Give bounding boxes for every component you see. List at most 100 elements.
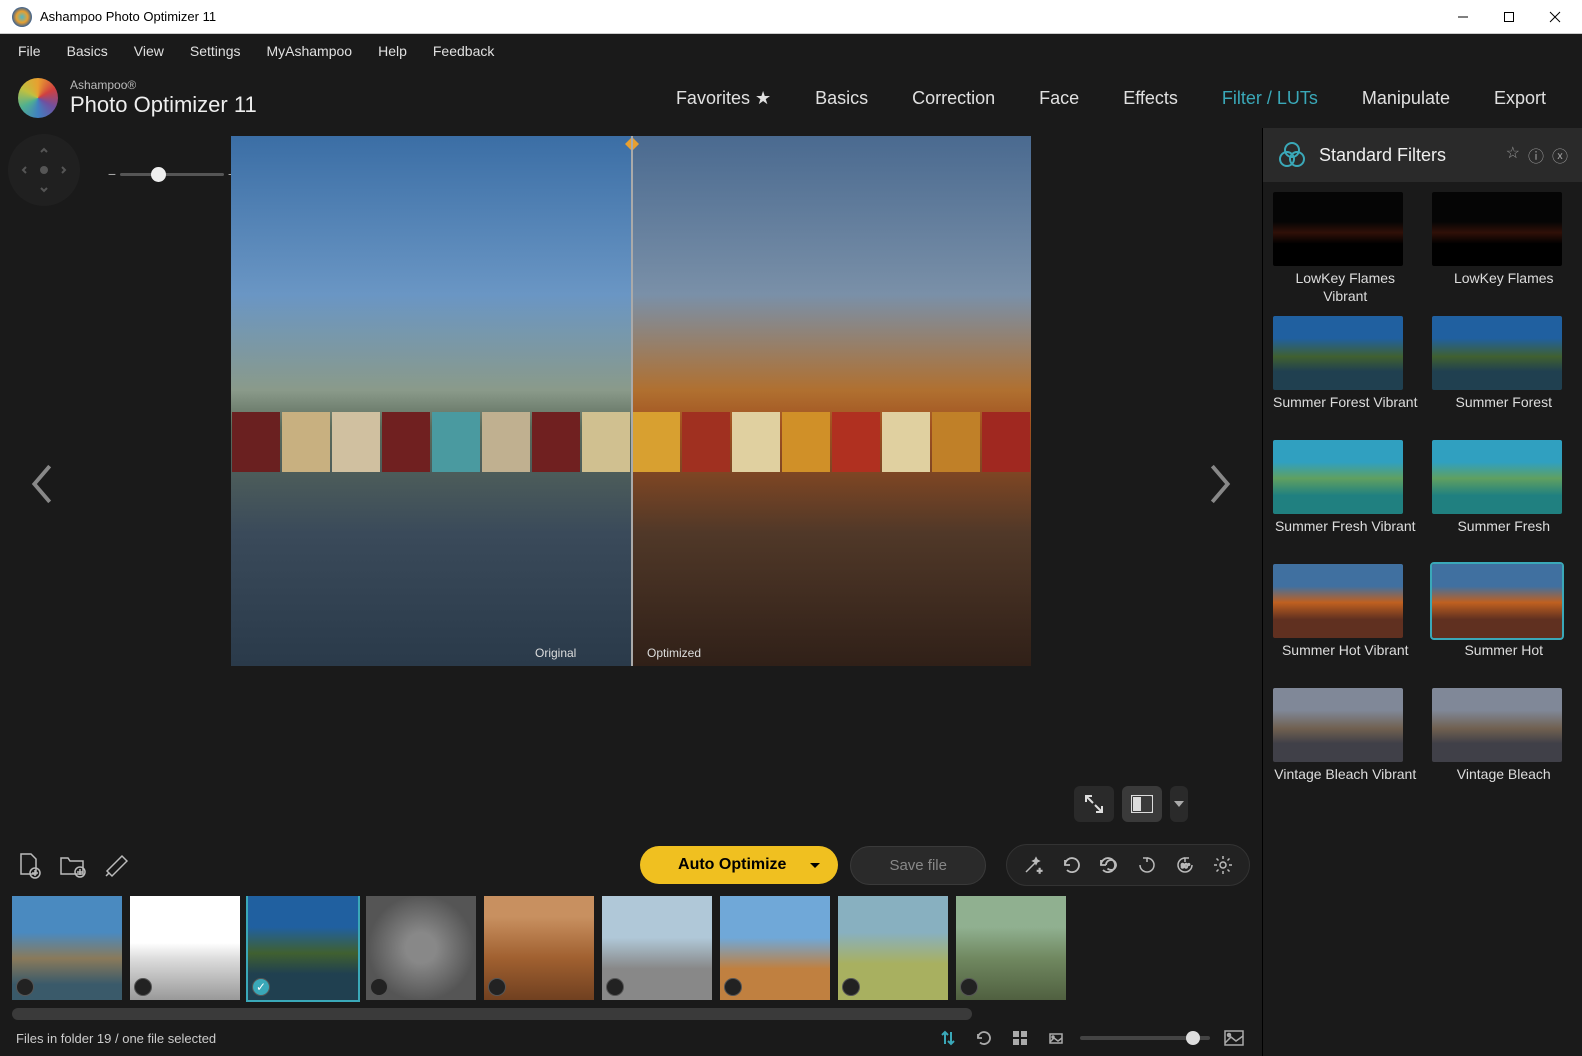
thumbnail-check-icon[interactable] — [606, 978, 624, 996]
thumbnail-mailboxes[interactable] — [602, 896, 712, 1000]
tag-button[interactable] — [100, 849, 132, 881]
next-image-button[interactable] — [1190, 461, 1250, 507]
window-title: Ashampoo Photo Optimizer 11 — [40, 9, 1440, 24]
brand-supertitle: Ashampoo® — [70, 79, 257, 92]
filter-label: Summer Hot — [1432, 642, 1577, 678]
menu-view[interactable]: View — [122, 37, 176, 65]
filter-vintage-bleach[interactable]: Vintage Bleach — [1432, 688, 1577, 802]
menu-myashampoo[interactable]: MyAshampoo — [254, 37, 364, 65]
filter-label: LowKey Flames — [1432, 270, 1577, 306]
filter-summer-forest-vibrant[interactable]: Summer Forest Vibrant — [1273, 316, 1418, 430]
thumbnail-check-icon[interactable] — [16, 978, 34, 996]
compare-view-dropdown[interactable] — [1170, 786, 1188, 822]
filter-lowkey-flames-vibrant[interactable]: LowKey Flames Vibrant — [1273, 192, 1418, 306]
thumbnail-canyon[interactable] — [484, 896, 594, 1000]
app-icon — [12, 7, 32, 27]
tab-manipulate[interactable]: Manipulate — [1344, 80, 1468, 117]
filter-label: LowKey Flames Vibrant — [1273, 270, 1418, 306]
svg-text:+: + — [1037, 866, 1042, 876]
thumbnail-farm[interactable] — [838, 896, 948, 1000]
grid-view-icon[interactable] — [1008, 1026, 1032, 1050]
thumbnail-check-icon[interactable]: ✓ — [252, 978, 270, 996]
filter-label: Vintage Bleach Vibrant — [1273, 766, 1418, 802]
filter-thumb — [1273, 192, 1403, 266]
filter-label: Summer Forest — [1432, 394, 1577, 430]
filter-summer-hot-vibrant[interactable]: Summer Hot Vibrant — [1273, 564, 1418, 678]
thumbnail-harbor[interactable]: ✓ — [248, 896, 358, 1000]
filmstrip-scrollbar[interactable] — [12, 1008, 1250, 1020]
viewer: − + Original Optimized — [12, 134, 1250, 834]
filter-thumb — [1432, 440, 1562, 514]
thumbnail-check-icon[interactable] — [488, 978, 506, 996]
filter-thumb — [1273, 316, 1403, 390]
pan-dpad[interactable] — [8, 134, 80, 206]
window-close-button[interactable] — [1532, 0, 1578, 34]
thumbnail-car[interactable] — [956, 896, 1066, 1000]
sort-toggle-icon[interactable] — [936, 1026, 960, 1050]
thumbnail-check-icon[interactable] — [370, 978, 388, 996]
undo-all-button[interactable] — [1093, 849, 1125, 881]
menu-help[interactable]: Help — [366, 37, 419, 65]
save-file-button[interactable]: Save file — [850, 846, 986, 885]
filter-lowkey-flames[interactable]: LowKey Flames — [1432, 192, 1577, 306]
thumbnail-check-icon[interactable] — [724, 978, 742, 996]
filter-label: Summer Forest Vibrant — [1273, 394, 1418, 430]
menu-file[interactable]: File — [6, 37, 53, 65]
rotate-left-button[interactable] — [1131, 849, 1163, 881]
menubar: FileBasicsViewSettingsMyAshampooHelpFeed… — [0, 34, 1582, 68]
filter-summer-fresh-vibrant[interactable]: Summer Fresh Vibrant — [1273, 440, 1418, 554]
tab-bar: Favorites ★BasicsCorrectionFaceEffectsFi… — [658, 80, 1564, 117]
filter-summer-fresh[interactable]: Summer Fresh — [1432, 440, 1577, 554]
thumbnail-route66[interactable] — [366, 896, 476, 1000]
filter-summer-hot[interactable]: Summer Hot — [1432, 564, 1577, 678]
tab-favorites-[interactable]: Favorites ★ — [658, 80, 789, 117]
tab-effects[interactable]: Effects — [1105, 80, 1196, 117]
refresh-icon[interactable] — [972, 1026, 996, 1050]
compare-slider-handle[interactable] — [631, 136, 633, 666]
filter-thumb — [1432, 192, 1562, 266]
header: Ashampoo® Photo Optimizer 11 Favorites ★… — [0, 68, 1582, 128]
window-minimize-button[interactable] — [1440, 0, 1486, 34]
favorite-star-icon[interactable]: ☆ — [1506, 143, 1520, 167]
fullscreen-button[interactable] — [1074, 786, 1114, 822]
image-canvas[interactable]: Original Optimized — [231, 136, 1031, 666]
status-text: Files in folder 19 / one file selected — [16, 1031, 216, 1046]
undo-button[interactable] — [1055, 849, 1087, 881]
thumbnail-check-icon[interactable] — [960, 978, 978, 996]
close-panel-icon[interactable]: ⓧ — [1552, 143, 1568, 167]
tab-basics[interactable]: Basics — [797, 80, 886, 117]
auto-optimize-button[interactable]: Auto Optimize — [640, 846, 838, 884]
filter-vintage-bleach-vibrant[interactable]: Vintage Bleach Vibrant — [1273, 688, 1418, 802]
rotate-right-button[interactable]: 90° — [1169, 849, 1201, 881]
thumbnail-coast[interactable] — [12, 896, 122, 1000]
thumbnail-check-icon[interactable] — [134, 978, 152, 996]
thumbnail-desert[interactable] — [720, 896, 830, 1000]
magic-wand-button[interactable]: + — [1017, 849, 1049, 881]
thumb-small-icon[interactable] — [1044, 1026, 1068, 1050]
tab-face[interactable]: Face — [1021, 80, 1097, 117]
thumbnail-check-icon[interactable] — [842, 978, 860, 996]
menu-feedback[interactable]: Feedback — [421, 37, 506, 65]
settings-button[interactable] — [1207, 849, 1239, 881]
tab-export[interactable]: Export — [1476, 80, 1564, 117]
compare-view-button[interactable] — [1122, 786, 1162, 822]
tab-filter-luts[interactable]: Filter / LUTs — [1204, 80, 1336, 117]
sidebar: Standard Filters ☆ ⓘ ⓧ LowKey Flames Vib… — [1262, 128, 1582, 1056]
window-maximize-button[interactable] — [1486, 0, 1532, 34]
status-bar: Files in folder 19 / one file selected — [12, 1020, 1250, 1056]
thumb-size-slider[interactable] — [1080, 1036, 1210, 1040]
tab-correction[interactable]: Correction — [894, 80, 1013, 117]
toolbar: Auto Optimize Save file + 90° — [12, 834, 1250, 896]
thumbnail-bridge-bw[interactable] — [130, 896, 240, 1000]
thumb-large-icon[interactable] — [1222, 1026, 1246, 1050]
prev-image-button[interactable] — [12, 461, 72, 507]
filter-summer-forest[interactable]: Summer Forest — [1432, 316, 1577, 430]
add-folder-button[interactable] — [56, 849, 88, 881]
brand: Ashampoo® Photo Optimizer 11 — [18, 78, 257, 118]
filter-thumb — [1273, 440, 1403, 514]
add-file-button[interactable] — [12, 849, 44, 881]
menu-basics[interactable]: Basics — [55, 37, 120, 65]
menu-settings[interactable]: Settings — [178, 37, 253, 65]
titlebar: Ashampoo Photo Optimizer 11 — [0, 0, 1582, 34]
help-icon[interactable]: ⓘ — [1528, 143, 1544, 167]
